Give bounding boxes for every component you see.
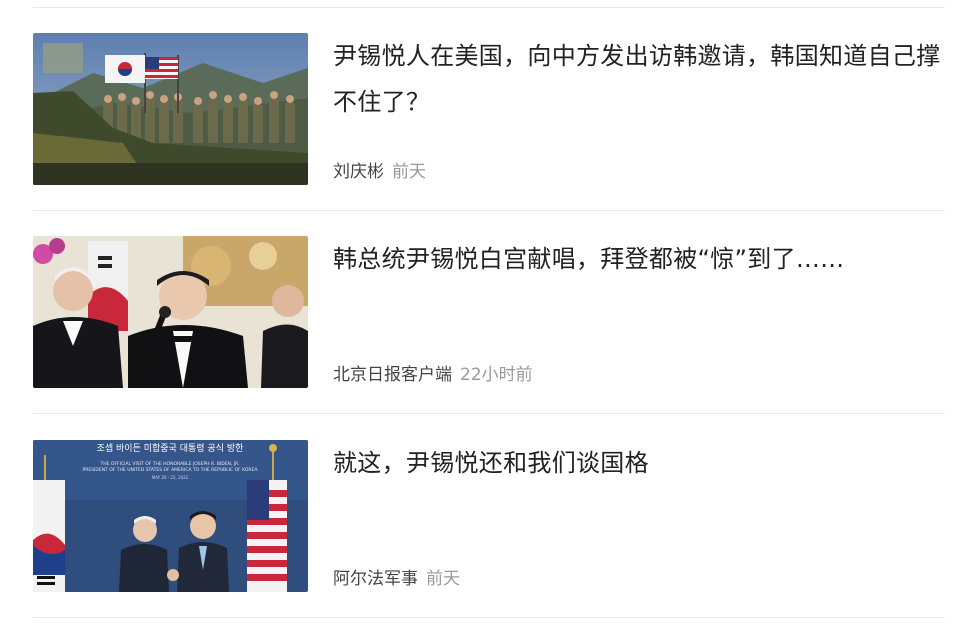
korean-us-soldiers-flags-photo[interactable] [33, 33, 308, 185]
photo-banner-korean: 조셉 바이든 미합중국 대통령 공식 방한 [97, 442, 244, 454]
article-time: 前天 [426, 569, 460, 589]
article-meta: 刘庆彬 前天 [333, 157, 426, 182]
article-time: 前天 [392, 162, 426, 182]
divider [33, 210, 945, 211]
article-title[interactable]: 韩总统尹锡悦白宫献唱，拜登都被“惊”到了…… [333, 236, 945, 282]
article-meta: 北京日报客户端 22小时前 [333, 360, 533, 385]
article-title[interactable]: 尹锡悦人在美国，向中方发出访韩邀请，韩国知道自己撑不住了？ [333, 33, 945, 125]
article-time: 22小时前 [460, 365, 533, 385]
news-feed: 尹锡悦人在美国，向中方发出访韩邀请，韩国知道自己撑不住了？ 刘庆彬 前天 韩总统… [33, 0, 945, 622]
biden-yoon-handshake-photo[interactable]: 조셉 바이든 미합중국 대통령 공식 방한 THE OFFICIAL VISIT… [33, 440, 308, 592]
news-item-3[interactable]: 조셉 바이든 미합중국 대통령 공식 방한 THE OFFICIAL VISIT… [33, 440, 945, 640]
photo-banner-line1: THE OFFICIAL VISIT OF THE HONORABLE JOSE… [100, 461, 240, 467]
yoon-singing-white-house-photo[interactable] [33, 236, 308, 388]
divider [33, 413, 945, 414]
photo-banner-line2: PRESIDENT OF THE UNITED STATES OF AMERIC… [83, 467, 259, 473]
article-source[interactable]: 北京日报客户端 [333, 365, 452, 385]
article-title[interactable]: 就这，尹锡悦还和我们谈国格 [333, 440, 945, 486]
article-source[interactable]: 阿尔法军事 [333, 569, 418, 589]
photo-banner-date: MAY 20 - 22, 2022 [152, 475, 189, 480]
news-item-2[interactable]: 韩总统尹锡悦白宫献唱，拜登都被“惊”到了…… 北京日报客户端 22小时前 [33, 236, 945, 436]
article-source[interactable]: 刘庆彬 [333, 162, 384, 182]
news-item-1[interactable]: 尹锡悦人在美国，向中方发出访韩邀请，韩国知道自己撑不住了？ 刘庆彬 前天 [33, 33, 945, 233]
divider [33, 617, 945, 618]
divider [33, 7, 945, 8]
article-meta: 阿尔法军事 前天 [333, 564, 460, 589]
